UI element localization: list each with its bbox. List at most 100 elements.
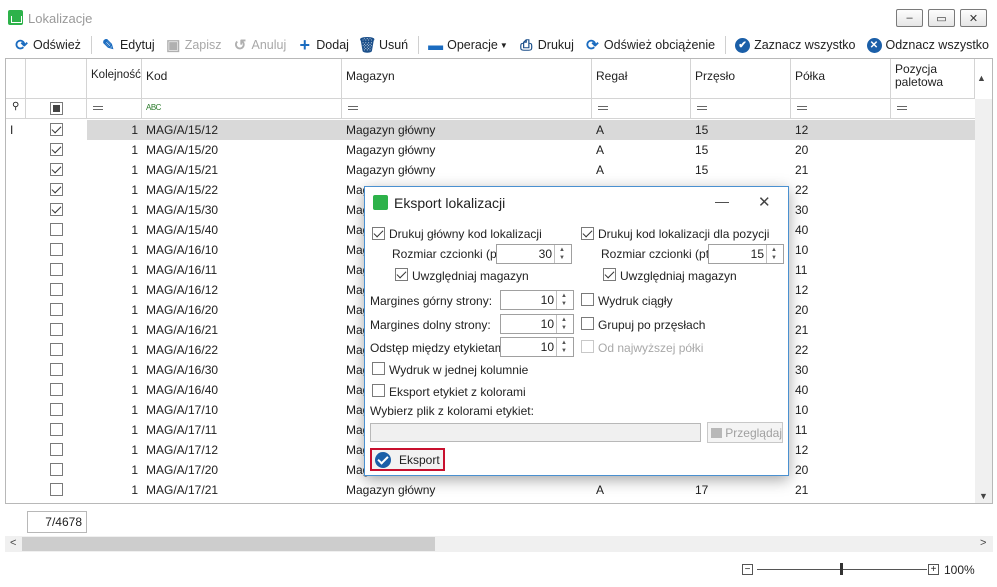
- cell-order: 1: [131, 123, 138, 137]
- row-checkbox[interactable]: [50, 323, 63, 336]
- label-spacing-spinner[interactable]: 10 ▲ ▼: [500, 337, 574, 357]
- save-button[interactable]: ▣ Zapisz: [162, 33, 225, 57]
- filter-bay[interactable]: [691, 99, 791, 119]
- include-warehouse-left-checkbox[interactable]: [395, 268, 408, 281]
- column-header-rack[interactable]: Regał: [592, 59, 691, 99]
- vertical-scrollbar[interactable]: ▼: [975, 99, 992, 503]
- row-checkbox[interactable]: [50, 343, 63, 356]
- spinner-arrows[interactable]: ▲ ▼: [556, 291, 573, 309]
- column-header-code[interactable]: Kod: [142, 59, 342, 99]
- row-checkbox[interactable]: [50, 243, 63, 256]
- filter-warehouse[interactable]: [342, 99, 592, 119]
- color-file-path-input[interactable]: [370, 423, 701, 442]
- zoom-slider-thumb[interactable]: [840, 563, 843, 575]
- filter-order[interactable]: [87, 99, 142, 119]
- filter-pin[interactable]: ⚲: [6, 99, 26, 119]
- group-by-bays-checkbox[interactable]: [581, 317, 594, 330]
- font-size-left-spinner[interactable]: 30 ▲ ▼: [496, 244, 572, 264]
- scroll-left-icon[interactable]: <: [10, 537, 16, 549]
- row-checkbox[interactable]: [50, 143, 63, 156]
- filter-shelf[interactable]: [791, 99, 891, 119]
- close-button[interactable]: ✕: [960, 9, 987, 27]
- include-warehouse-right-checkbox[interactable]: [603, 268, 616, 281]
- operations-dropdown[interactable]: ▬ Operacje ▼: [424, 33, 511, 57]
- horizontal-scroll-thumb[interactable]: [22, 537, 435, 551]
- export-colors-checkbox[interactable]: [372, 384, 385, 397]
- minimize-button[interactable]: ‒: [896, 9, 923, 27]
- row-checkbox[interactable]: [50, 443, 63, 456]
- filter-checkbox[interactable]: [50, 102, 63, 115]
- cancel-button[interactable]: ↺ Anuluj: [229, 33, 290, 57]
- export-button[interactable]: Eksport: [370, 448, 445, 471]
- row-checkbox[interactable]: [50, 183, 63, 196]
- spinner-arrows[interactable]: ▲ ▼: [554, 245, 571, 263]
- single-column-label: Wydruk w jednej kolumnie: [389, 363, 529, 377]
- edit-button[interactable]: ✎ Edytuj: [97, 33, 158, 57]
- column-header-shelf[interactable]: Półka: [791, 59, 891, 99]
- from-highest-shelf-checkbox[interactable]: [581, 340, 594, 353]
- margin-top-spinner[interactable]: 10 ▲ ▼: [500, 290, 574, 310]
- filter-check[interactable]: [26, 99, 87, 119]
- single-column-checkbox[interactable]: [372, 362, 385, 375]
- column-header-warehouse[interactable]: Magazyn: [342, 59, 592, 99]
- filter-code[interactable]: ABC: [142, 99, 342, 119]
- row-checkbox[interactable]: [50, 383, 63, 396]
- cell-code: MAG/A/16/10: [146, 243, 219, 257]
- row-checkbox[interactable]: [50, 303, 63, 316]
- print-main-code-checkbox[interactable]: [372, 227, 385, 240]
- dialog-close-icon[interactable]: ✕: [758, 193, 771, 211]
- select-all-button[interactable]: ✔ Zaznacz wszystko: [731, 33, 858, 57]
- scroll-right-icon[interactable]: >: [980, 537, 986, 549]
- row-checkbox[interactable]: [50, 463, 63, 476]
- deselect-all-button[interactable]: ✕ Odznacz wszystko: [863, 33, 993, 57]
- column-header-bay[interactable]: Przęsło: [691, 59, 791, 99]
- row-checkbox[interactable]: [50, 163, 63, 176]
- table-row[interactable]: 1 MAG/A/17/21 Magazyn główny A 17 21: [6, 480, 992, 500]
- spinner-arrows[interactable]: ▲ ▼: [556, 315, 573, 333]
- refresh-load-button[interactable]: ⟳ Odśwież obciążenie: [581, 33, 718, 57]
- scroll-up-icon[interactable]: ▲: [977, 73, 986, 83]
- row-checkbox[interactable]: [50, 423, 63, 436]
- refresh-button[interactable]: ⟳ Odśwież: [10, 33, 84, 57]
- font-size-right-spinner[interactable]: 15 ▲ ▼: [708, 244, 784, 264]
- print-button[interactable]: ⎙ Drukuj: [515, 33, 577, 57]
- font-size-label-right: Rozmiar czcionki (pt):: [601, 247, 717, 261]
- column-header-pallet-position[interactable]: Pozycja paletowa: [891, 59, 975, 99]
- zoom-out-button[interactable]: −: [742, 564, 753, 575]
- table-row[interactable]: 1 MAG/A/15/21 Magazyn główny A 15 21: [6, 160, 992, 180]
- check-header[interactable]: [26, 59, 87, 99]
- refresh-icon: ⟳: [15, 37, 28, 54]
- table-row[interactable]: I 1 MAG/A/15/12 Magazyn główny A 15 12: [6, 120, 992, 140]
- row-checkbox[interactable]: [50, 363, 63, 376]
- row-checkbox[interactable]: [50, 403, 63, 416]
- spinner-arrows[interactable]: ▲ ▼: [556, 338, 573, 356]
- filter-rack[interactable]: [592, 99, 691, 119]
- delete-button[interactable]: 🗑 Usuń: [356, 33, 411, 57]
- browse-button[interactable]: Przeglądaj: [707, 422, 783, 443]
- column-header-order[interactable]: Kolejność: [87, 59, 142, 99]
- spinner-arrows[interactable]: ▲ ▼: [766, 245, 783, 263]
- row-checkbox[interactable]: [50, 123, 63, 136]
- row-checkbox[interactable]: [50, 203, 63, 216]
- deselect-all-label: Odznacz wszystko: [885, 38, 990, 52]
- scroll-down-icon[interactable]: ▼: [979, 491, 988, 501]
- filter-pallet[interactable]: [891, 99, 976, 119]
- add-button[interactable]: + Dodaj: [293, 33, 352, 57]
- print-position-code-label: Drukuj kod lokalizacji dla pozycji: [598, 227, 770, 241]
- table-row[interactable]: 1 MAG/A/15/20 Magazyn główny A 15 20: [6, 140, 992, 160]
- undo-icon: ↺: [233, 37, 247, 54]
- row-checkbox[interactable]: [50, 263, 63, 276]
- group-by-bays-label: Grupuj po przęsłach: [598, 318, 706, 332]
- row-checkbox[interactable]: [50, 283, 63, 296]
- maximize-button[interactable]: ▭: [928, 9, 955, 27]
- margin-bottom-spinner[interactable]: 10 ▲ ▼: [500, 314, 574, 334]
- continuous-print-checkbox[interactable]: [581, 293, 594, 306]
- cell-bay: 17: [695, 483, 709, 497]
- dialog-minimize-icon[interactable]: —: [715, 193, 729, 209]
- font-size-right-value: 15: [750, 247, 764, 261]
- zoom-in-button[interactable]: +: [928, 564, 939, 575]
- cell-code: MAG/A/17/20: [146, 463, 219, 477]
- print-position-code-checkbox[interactable]: [581, 227, 594, 240]
- row-checkbox[interactable]: [50, 483, 63, 496]
- row-checkbox[interactable]: [50, 223, 63, 236]
